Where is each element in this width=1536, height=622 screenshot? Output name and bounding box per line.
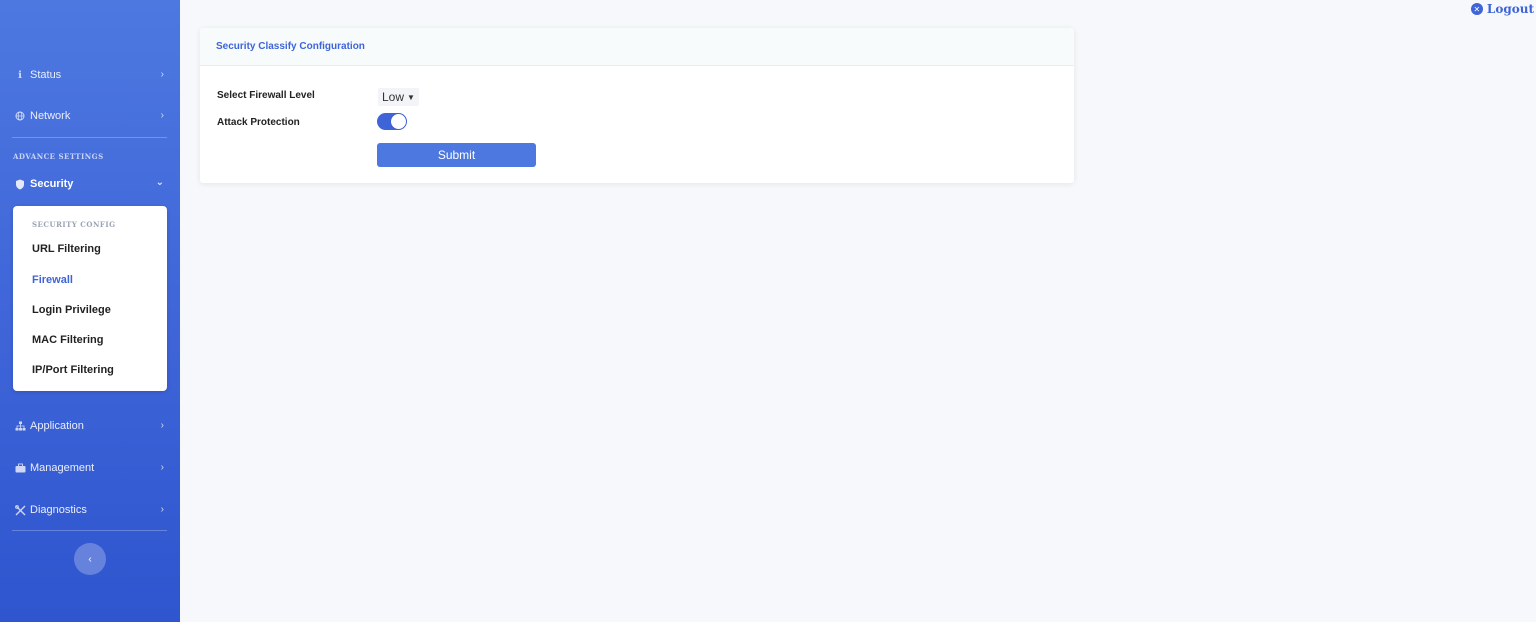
chevron-down-icon: ⌄ bbox=[155, 177, 164, 188]
section-label: ADVANCE SETTINGS bbox=[13, 152, 104, 161]
shield-icon bbox=[14, 178, 26, 190]
sidebar-item-label: Network bbox=[30, 110, 71, 122]
globe-icon bbox=[14, 110, 26, 122]
chevron-right-icon: › bbox=[160, 462, 164, 473]
sidebar-item-network[interactable]: Network › bbox=[0, 104, 180, 128]
submenu-item-url-filtering[interactable]: URL Filtering bbox=[32, 243, 101, 255]
sidebar-collapse-button[interactable]: ‹ bbox=[74, 543, 106, 575]
attack-protection-label: Attack Protection bbox=[217, 117, 300, 128]
attack-protection-toggle[interactable] bbox=[377, 113, 407, 130]
security-submenu: SECURITY CONFIG URL Filtering Firewall L… bbox=[13, 206, 167, 391]
submenu-item-ip-port-filtering[interactable]: IP/Port Filtering bbox=[32, 364, 114, 376]
sidebar-item-label: Management bbox=[30, 462, 95, 474]
submenu-label: SECURITY CONFIG bbox=[32, 220, 116, 229]
sidebar-item-status[interactable]: ℹ Status › bbox=[0, 63, 180, 87]
chevron-right-icon: › bbox=[160, 69, 164, 80]
firewall-level-select[interactable]: Low ▼ bbox=[378, 88, 419, 106]
close-circle-icon: ✕ bbox=[1470, 3, 1483, 15]
caret-down-icon: ▼ bbox=[407, 92, 415, 102]
logout-label: Logout bbox=[1486, 2, 1534, 16]
sidebar-item-diagnostics[interactable]: Diagnostics › bbox=[0, 498, 180, 522]
submenu-item-mac-filtering[interactable]: MAC Filtering bbox=[32, 334, 104, 346]
sitemap-icon bbox=[14, 420, 26, 432]
submenu-item-firewall[interactable]: Firewall bbox=[32, 274, 73, 286]
briefcase-icon bbox=[14, 462, 26, 474]
sidebar-item-label: Security bbox=[30, 178, 74, 190]
info-icon: ℹ bbox=[18, 69, 22, 81]
sidebar-item-management[interactable]: Management › bbox=[0, 456, 180, 480]
submenu-item-login-privilege[interactable]: Login Privilege bbox=[32, 304, 111, 316]
chevron-right-icon: › bbox=[160, 110, 164, 121]
chevron-left-icon: ‹ bbox=[88, 553, 92, 565]
firewall-level-label: Select Firewall Level bbox=[217, 90, 315, 101]
sidebar-item-security[interactable]: Security ⌄ bbox=[0, 172, 180, 196]
sidebar-item-label: Diagnostics bbox=[30, 504, 87, 516]
sidebar-item-application[interactable]: Application › bbox=[0, 414, 180, 438]
sidebar: ℹ Status › Network › ADVANCE SETTINGS Se… bbox=[0, 0, 180, 622]
tools-icon bbox=[14, 504, 26, 516]
chevron-right-icon: › bbox=[160, 420, 164, 431]
security-config-card: Security Classify Configuration Select F… bbox=[200, 28, 1074, 183]
sidebar-item-label: Status bbox=[30, 69, 62, 81]
sidebar-item-label: Application bbox=[30, 420, 84, 432]
sidebar-divider bbox=[12, 137, 167, 138]
submit-button[interactable]: Submit bbox=[377, 143, 536, 167]
firewall-level-value: Low bbox=[382, 90, 405, 104]
toggle-knob bbox=[391, 114, 406, 129]
sidebar-divider bbox=[12, 530, 167, 531]
chevron-right-icon: › bbox=[160, 504, 164, 515]
logout-button[interactable]: ✕ Logout bbox=[1470, 2, 1534, 16]
card-title: Security Classify Configuration bbox=[200, 28, 1074, 66]
